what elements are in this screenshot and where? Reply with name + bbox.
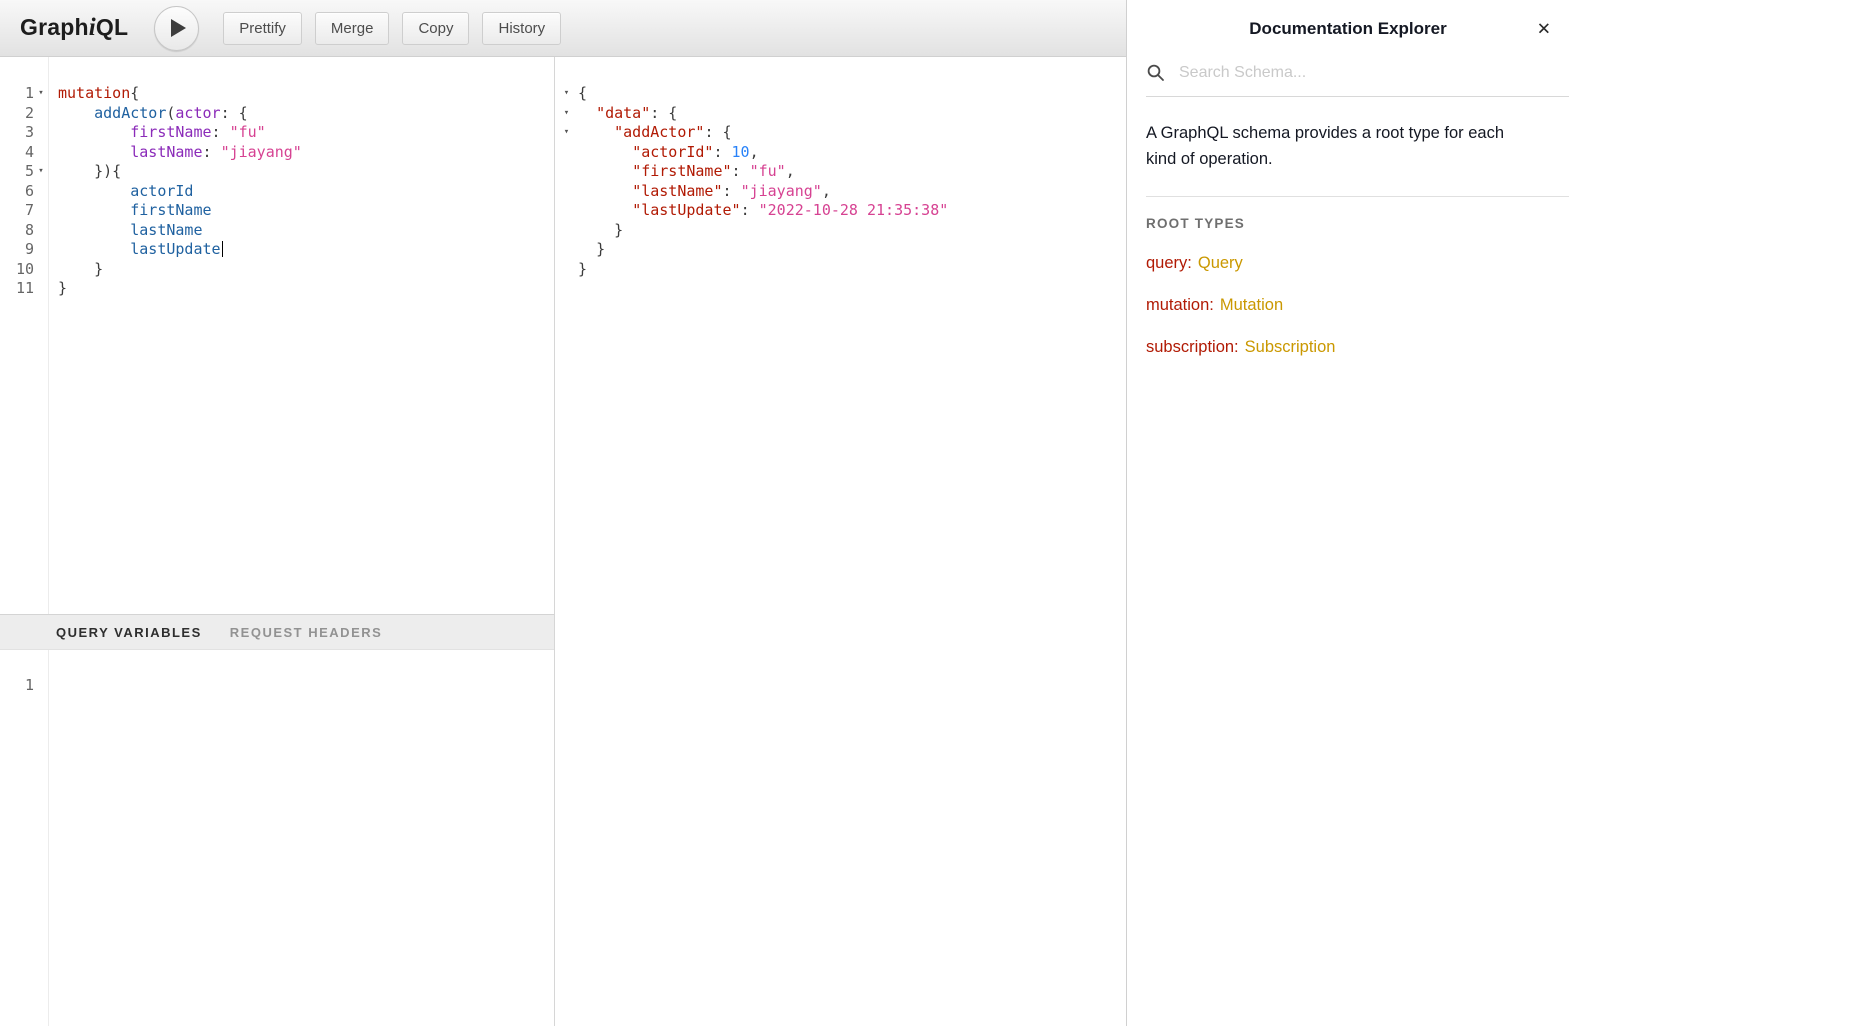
editors-row: 1▾mutation{2 addActor(actor: {3 firstNam… [0,57,1126,1026]
copy-button[interactable]: Copy [402,12,469,45]
text-cursor [222,241,224,257]
fold-arrow-icon[interactable]: ▾ [34,162,48,182]
query-type-link[interactable]: Query [1198,254,1243,272]
gutter-divider [48,57,49,614]
root-type-subscription: subscription: Subscription [1146,338,1569,357]
response-viewer[interactable]: ▾{▾ "data": {▾ "addActor": { "actorId": … [555,57,1126,1026]
line-number: 8 [0,221,34,241]
query-pane: 1▾mutation{2 addActor(actor: {3 firstNam… [0,57,555,1026]
graphiql-app: GraphiQL Prettify Merge Copy History 1▾m… [0,0,1859,1026]
code-line: "lastUpdate": "2022-10-28 21:35:38" [555,201,1126,221]
code-line: ▾{ [555,84,1126,104]
line-number: 4 [0,143,34,163]
code-line: } [555,221,1126,241]
execute-button[interactable] [154,6,199,51]
code-line: 8 lastName [0,221,554,241]
topbar: GraphiQL Prettify Merge Copy History [0,0,1126,57]
code-line: 9 lastUpdate [0,240,554,260]
query-editor[interactable]: 1▾mutation{2 addActor(actor: {3 firstNam… [0,57,554,614]
code-line: } [555,240,1126,260]
variables-editor[interactable]: 1 [0,650,554,1026]
root-type-mutation: mutation: Mutation [1146,296,1569,315]
doc-explorer-title: Documentation Explorer [1249,19,1446,39]
code-line: 5▾ }){ [0,162,554,182]
close-icon[interactable]: ✕ [1537,20,1551,37]
doc-intro-text: A GraphQL schema provides a root type fo… [1146,121,1569,197]
fold-arrow-icon[interactable]: ▾ [555,123,578,143]
code-line: 3 firstName: "fu" [0,123,554,143]
code-line: "actorId": 10, [555,143,1126,163]
line-number: 1 [0,84,34,104]
doc-explorer-panel: Documentation Explorer ✕ A GraphQL schem… [1126,0,1859,1026]
history-button[interactable]: History [482,12,561,45]
merge-button[interactable]: Merge [315,12,390,45]
doc-explorer-content: A GraphQL schema provides a root type fo… [1146,57,1569,357]
gutter-divider [48,650,49,1026]
schema-search [1146,57,1569,97]
root-type-keyword: query: [1146,254,1192,272]
code-line: 2 addActor(actor: { [0,104,554,124]
fold-arrow-icon[interactable]: ▾ [34,84,48,104]
line-number: 1 [0,676,34,696]
root-types-heading: ROOT TYPES [1146,216,1569,231]
play-icon [171,19,186,37]
line-number: 11 [0,279,34,299]
fold-arrow-icon[interactable]: ▾ [555,84,578,104]
variables-tab-bar: QUERY VARIABLES REQUEST HEADERS [0,614,554,650]
code-line: 11} [0,279,554,299]
code-line: } [555,260,1126,280]
code-line: ▾ "data": { [555,104,1126,124]
fold-arrow-icon[interactable]: ▾ [555,104,578,124]
tab-query-variables[interactable]: QUERY VARIABLES [56,625,202,640]
code-line: "firstName": "fu", [555,162,1126,182]
line-number: 10 [0,260,34,280]
doc-explorer-header: Documentation Explorer ✕ [1127,0,1569,57]
code-line: ▾ "addActor": { [555,123,1126,143]
graphiql-logo: GraphiQL [20,14,128,42]
code-line: 6 actorId [0,182,554,202]
line-number: 6 [0,182,34,202]
workspace: GraphiQL Prettify Merge Copy History 1▾m… [0,0,1126,1026]
line-number: 3 [0,123,34,143]
tab-request-headers[interactable]: REQUEST HEADERS [230,625,383,640]
subscription-type-link[interactable]: Subscription [1245,338,1336,356]
line-number: 5 [0,162,34,182]
mutation-type-link[interactable]: Mutation [1220,296,1283,314]
search-schema-input[interactable] [1179,64,1569,82]
prettify-button[interactable]: Prettify [223,12,302,45]
code-line: 7 firstName [0,201,554,221]
line-number: 2 [0,104,34,124]
root-type-keyword: mutation: [1146,296,1214,314]
code-line: "lastName": "jiayang", [555,182,1126,202]
root-type-keyword: subscription: [1146,338,1239,356]
line-number: 7 [0,201,34,221]
search-icon [1146,63,1165,82]
root-type-query: query: Query [1146,254,1569,273]
code-line: 4 lastName: "jiayang" [0,143,554,163]
code-line: 1 [0,676,554,696]
code-line: 1▾mutation{ [0,84,554,104]
line-number: 9 [0,240,34,260]
code-line: 10 } [0,260,554,280]
